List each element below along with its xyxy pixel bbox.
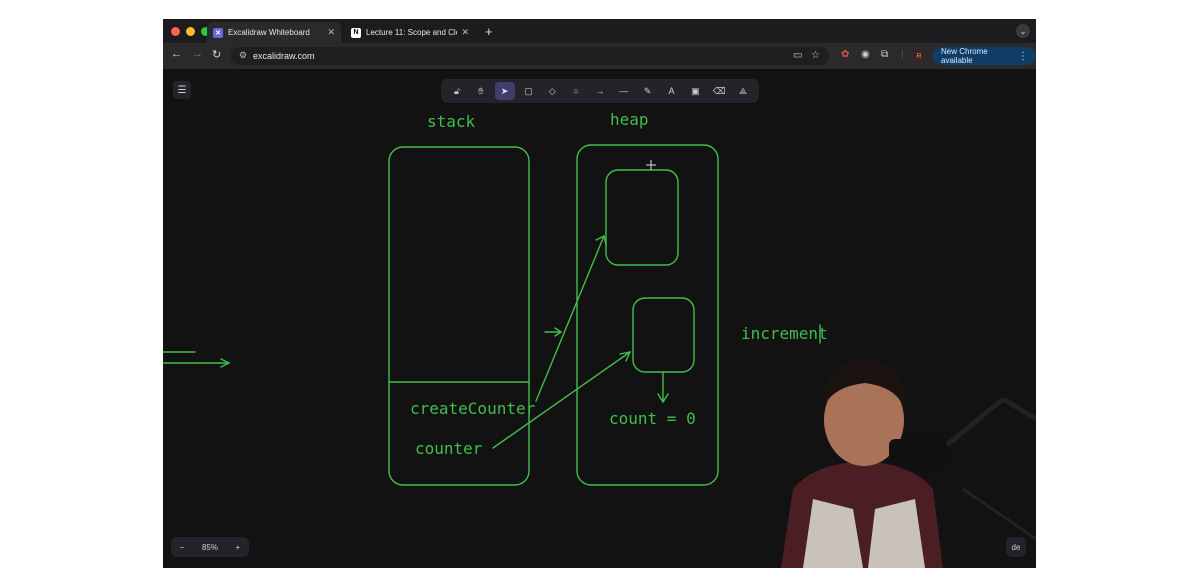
help-button[interactable]: de — [1006, 537, 1026, 557]
tab-title: Lecture 11: Scope and Closure — [366, 28, 457, 37]
new-chrome-available-button[interactable]: New Chrome available ⋮ — [933, 47, 1036, 65]
address-bar[interactable]: ⚙ excalidraw.com ▭ ☆ — [231, 47, 829, 65]
lock-tool-icon[interactable]: 🔓︎ — [447, 82, 467, 100]
excalidraw-page: stack heap increment createCounter count… — [163, 69, 1036, 568]
rectangle-tool-icon[interactable]: ▢ — [518, 82, 538, 100]
site-settings-icon[interactable]: ⚙ — [239, 50, 247, 61]
back-arrow-icon[interactable]: ← — [171, 48, 182, 60]
new-tab-icon[interactable]: + — [485, 24, 493, 39]
zoom-controls: − 85% + — [171, 537, 249, 557]
presenter-webcam-overlay — [781, 359, 1036, 568]
drawing-canvas[interactable]: stack heap increment createCounter count… — [163, 69, 1036, 568]
more-tools-icon[interactable]: ⟁ — [733, 82, 753, 100]
image-tool-icon[interactable]: ▣ — [685, 82, 705, 100]
tab-search-chevron-icon[interactable]: ⌄ — [1016, 24, 1030, 38]
new-chrome-label: New Chrome available — [941, 47, 988, 65]
stack-box[interactable] — [388, 146, 530, 486]
zoom-in-button[interactable]: + — [236, 543, 241, 552]
url-text: excalidraw.com — [253, 51, 315, 61]
bookmark-star-icon[interactable]: ☆ — [811, 50, 820, 61]
line-tool-icon[interactable]: — — [614, 82, 634, 100]
zoom-out-button[interactable]: − — [180, 543, 185, 552]
extension-icon[interactable]: ◉ — [861, 49, 870, 60]
reload-icon[interactable]: ↻ — [212, 48, 221, 61]
ellipse-tool-icon[interactable]: ○ — [566, 82, 586, 100]
heap-label[interactable]: heap — [610, 110, 649, 129]
cast-icon[interactable]: ▭ — [793, 50, 802, 61]
close-tab-icon[interactable]: ✕ — [327, 27, 335, 38]
shape-toolbar: 🔓︎ ✋︎ ➤ ▢ ◇ ○ → — ✎ A ▣ ⌫ ⟁ — [441, 79, 759, 103]
window-controls — [171, 27, 210, 36]
browser-toolbar: ← → ↻ ⚙ excalidraw.com ▭ ☆ ✿ ◉ ⧉ | R New… — [163, 43, 1036, 69]
forward-arrow-icon[interactable]: → — [192, 48, 203, 60]
extension-icon[interactable]: ✿ — [841, 49, 849, 60]
diamond-tool-icon[interactable]: ◇ — [542, 82, 562, 100]
counter-label[interactable]: counter — [415, 439, 483, 458]
browser-window: ✕ Excalidraw Whiteboard ✕ N Lecture 11: … — [163, 19, 1036, 568]
increment-label[interactable]: increment — [741, 324, 828, 343]
notion-logo-icon: N — [351, 27, 361, 38]
extensions-puzzle-icon[interactable]: ⧉ — [881, 49, 888, 60]
minimize-window-button[interactable] — [186, 27, 195, 36]
eraser-tool-icon[interactable]: ⌫ — [709, 82, 729, 100]
close-window-button[interactable] — [171, 27, 180, 36]
close-tab-icon[interactable]: ✕ — [461, 27, 469, 38]
heap-box[interactable] — [576, 144, 719, 486]
move-cursor-icon — [646, 160, 656, 170]
more-options-icon: ⋮ — [1018, 50, 1028, 62]
arrow-createcounter-to-heap[interactable] — [535, 235, 605, 402]
stack-label[interactable]: stack — [427, 112, 476, 131]
text-tool-icon[interactable]: A — [662, 82, 682, 100]
zoom-level[interactable]: 85% — [202, 543, 218, 552]
tab-strip: ✕ Excalidraw Whiteboard ✕ N Lecture 11: … — [163, 19, 1036, 43]
count-label[interactable]: count = 0 — [609, 409, 696, 428]
lexical-env-box[interactable] — [632, 297, 695, 373]
pencil-tool-icon[interactable]: ✎ — [638, 82, 658, 100]
arrow-tool-icon[interactable]: → — [590, 82, 610, 100]
tab-title: Excalidraw Whiteboard — [228, 28, 310, 37]
profile-avatar[interactable]: R — [913, 50, 925, 62]
main-menu-button[interactable]: ☰ — [173, 81, 191, 99]
toolbar-divider: | — [901, 49, 904, 60]
closure-object-box[interactable] — [605, 169, 679, 266]
excalidraw-logo-icon: ✕ — [213, 27, 223, 38]
tab-excalidraw[interactable]: ✕ Excalidraw Whiteboard ✕ — [207, 22, 341, 43]
hand-tool-icon[interactable]: ✋︎ — [471, 82, 491, 100]
tab-lecture-notes[interactable]: N Lecture 11: Scope and Closure ✕ — [345, 22, 475, 43]
createcounter-label[interactable]: createCounter — [410, 399, 536, 418]
selection-tool-icon[interactable]: ➤ — [494, 82, 515, 100]
